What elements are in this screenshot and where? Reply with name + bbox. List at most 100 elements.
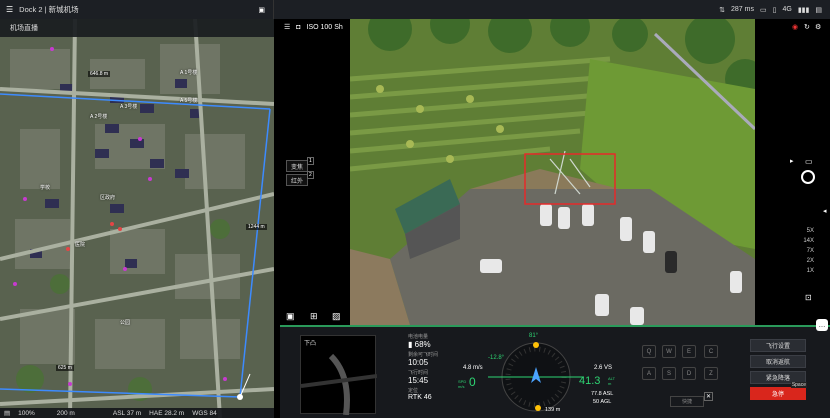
camera-left-strip: 变焦 红外 1 2 ▣ ⊞ ▨ bbox=[280, 35, 350, 325]
altitude-value: 41.3 bbox=[579, 375, 601, 387]
battery-value: ▮ 68% bbox=[408, 340, 431, 349]
agl-value: 50 AGL bbox=[593, 399, 612, 405]
battery-label: 电池电量 bbox=[408, 334, 429, 340]
asl-value: 77.8 ASL bbox=[591, 391, 614, 397]
key-z[interactable]: Z bbox=[704, 367, 718, 380]
key-hint-button[interactable]: 快捷 bbox=[670, 396, 704, 407]
grid-icon[interactable]: ⊞ bbox=[310, 311, 318, 322]
flight-time-value: 15:45 bbox=[408, 376, 429, 385]
map-label: A 2号楼 bbox=[90, 114, 108, 120]
screenshot-icon[interactable]: ▭ bbox=[805, 157, 813, 166]
lens-ir-button[interactable]: 红外 bbox=[286, 174, 308, 186]
fpv-scene bbox=[300, 353, 378, 416]
status-info: 电池电量 ▮ 68% 剩余可飞时间 10:05 飞行时间 15:45 定位 RT… bbox=[408, 333, 458, 403]
expand-icon[interactable]: ▣ bbox=[258, 6, 265, 14]
distance-badge-bottom: 625 m bbox=[56, 365, 74, 371]
flight-instrument: 81° -12.8° 4.8 m/s SPD m/s 0 2.6 VS 41.3… bbox=[458, 333, 618, 417]
map-footer: ▤ 100% 200 m ASL 37 m HAE 28.2 m WGS 84 bbox=[0, 408, 274, 418]
pitch-value: -12.8° bbox=[488, 355, 505, 361]
key-a[interactable]: A bbox=[642, 367, 656, 380]
hspeed-value: 0 bbox=[469, 375, 476, 389]
lens-badge-1: 1 bbox=[307, 157, 314, 165]
flight-settings-button[interactable]: 飞行设置 bbox=[750, 339, 806, 352]
map-zoom: 100% bbox=[18, 409, 35, 417]
flight-dashboard: 下凸 电池电量 ▮ 68% 剩余可飞时间 10:05 飞行时间 15:45 定位… bbox=[280, 319, 830, 418]
key-e[interactable]: E bbox=[682, 345, 696, 358]
network-type: 4G bbox=[782, 6, 792, 13]
flight-time-label: 飞行时间 bbox=[408, 370, 429, 376]
video-feed[interactable] bbox=[350, 19, 755, 325]
menu-icon[interactable]: ☰ bbox=[6, 5, 13, 14]
layers-icon[interactable]: ▤ bbox=[4, 409, 10, 417]
overflow-icon[interactable]: ▤ bbox=[815, 6, 822, 14]
settings-sliders-icon[interactable]: ☰ bbox=[284, 23, 290, 31]
wind-speed: 4.8 m/s bbox=[463, 365, 483, 371]
zoom-level[interactable]: 2X bbox=[807, 258, 814, 264]
bars-icon: ▮▮▮ bbox=[797, 6, 810, 14]
key-q[interactable]: Q bbox=[642, 345, 656, 358]
map-label: A 1号楼 bbox=[180, 70, 198, 76]
map-label: 公园 bbox=[120, 320, 131, 326]
map-canvas[interactable] bbox=[0, 19, 274, 418]
key-s[interactable]: S bbox=[662, 367, 676, 380]
lens-ir-label: 红外 bbox=[290, 178, 303, 185]
key-d[interactable]: D bbox=[682, 367, 696, 380]
cancel-return-button[interactable]: 取消返航 bbox=[750, 355, 806, 368]
collapse-icon[interactable]: ◂ bbox=[823, 207, 827, 215]
heading-value: 81° bbox=[529, 333, 539, 339]
map-hae: HAE 28.2 m bbox=[149, 409, 185, 417]
key-hint-label: 快捷 bbox=[681, 399, 692, 405]
distance-badge-top: 646.8 m bbox=[88, 71, 111, 77]
rtk-label: 定位 bbox=[408, 388, 419, 394]
key-c[interactable]: C bbox=[704, 345, 718, 358]
vspeed-value: 2.6 VS bbox=[594, 365, 613, 371]
remaining-label: 剩余可飞时间 bbox=[408, 352, 439, 358]
battery-level-icon: ▮ bbox=[408, 340, 415, 349]
close-icon[interactable]: ✕ bbox=[704, 392, 714, 401]
map-header: 机场直播 bbox=[0, 19, 274, 37]
action-buttons: 飞行设置 取消返航 紧急降落 急停 Space bbox=[750, 339, 807, 403]
map-label: A 3号楼 bbox=[120, 104, 138, 110]
rtk-value: RTK 46 bbox=[408, 394, 432, 401]
cursor-icon: ▸ bbox=[790, 158, 794, 165]
video-scene bbox=[350, 19, 755, 325]
key-w[interactable]: W bbox=[662, 345, 676, 358]
map-label: 医院 bbox=[75, 242, 86, 248]
camera-right-strip: ▭ ▸ ◂ 5X 14X 7X 2X 1X ⊡ bbox=[755, 35, 830, 325]
chat-icon[interactable]: … bbox=[816, 319, 828, 331]
map-panel[interactable]: 机场直播 646.8 m 1244 m 625 m A 3号楼 A 1号楼 A … bbox=[0, 19, 274, 418]
record-icon[interactable]: ◉ bbox=[792, 23, 798, 31]
gear-icon[interactable]: ⚙ bbox=[815, 23, 821, 31]
shutter-button[interactable] bbox=[801, 170, 815, 184]
image-icon[interactable]: ▨ bbox=[332, 311, 341, 322]
iso-value: ISO 100 bbox=[306, 23, 333, 31]
zoom-list: 5X 14X 7X 2X 1X bbox=[803, 228, 814, 274]
fpv-preview[interactable]: 下凸 bbox=[300, 335, 378, 416]
altitude-unit: ALT m bbox=[608, 376, 615, 386]
top-bar-left: ☰ Dock 2 | 新城机场 ▣ bbox=[0, 0, 274, 19]
map-asl: ASL 37 m bbox=[112, 409, 142, 417]
zoom-level[interactable]: 1X bbox=[807, 268, 814, 274]
top-bar-right: ⇅ 287 ms ▭ ▯ 4G ▮▮▮ ▤ bbox=[719, 6, 830, 14]
lens-visible-button[interactable]: 变焦 bbox=[286, 160, 308, 172]
zoom-level[interactable]: 5X bbox=[807, 228, 814, 234]
zoom-level[interactable]: 14X bbox=[803, 238, 814, 244]
distance-badge-mid: 1244 m bbox=[246, 224, 267, 230]
remaining-value: 10:05 bbox=[408, 358, 429, 367]
battery-icon: ▭ bbox=[759, 6, 767, 14]
map-label: 学校 bbox=[40, 185, 51, 191]
top-bar: ☰ Dock 2 | 新城机场 ▣ ⇅ 287 ms ▭ ▯ 4G ▮▮▮ ▤ bbox=[0, 0, 830, 19]
emergency-stop-button[interactable]: 急停 Space bbox=[750, 382, 807, 400]
distance-home: 139 m bbox=[545, 407, 561, 413]
refresh-icon[interactable]: ↻ bbox=[804, 23, 810, 31]
controller-icon: ▯ bbox=[772, 6, 777, 14]
camera-switch-icon[interactable]: ▣ bbox=[286, 311, 295, 322]
map-header-title: 机场直播 bbox=[10, 25, 38, 32]
focus-icon[interactable]: ⊡ bbox=[805, 293, 812, 302]
emergency-stop-key: Space bbox=[790, 382, 807, 388]
preview-label: 下凸 bbox=[304, 341, 317, 347]
camera-icon[interactable]: ◘ bbox=[296, 24, 300, 31]
emergency-stop-label: 急停 bbox=[771, 392, 784, 398]
zoom-level[interactable]: 7X bbox=[807, 248, 814, 254]
lens-badge-2: 2 bbox=[307, 171, 314, 179]
